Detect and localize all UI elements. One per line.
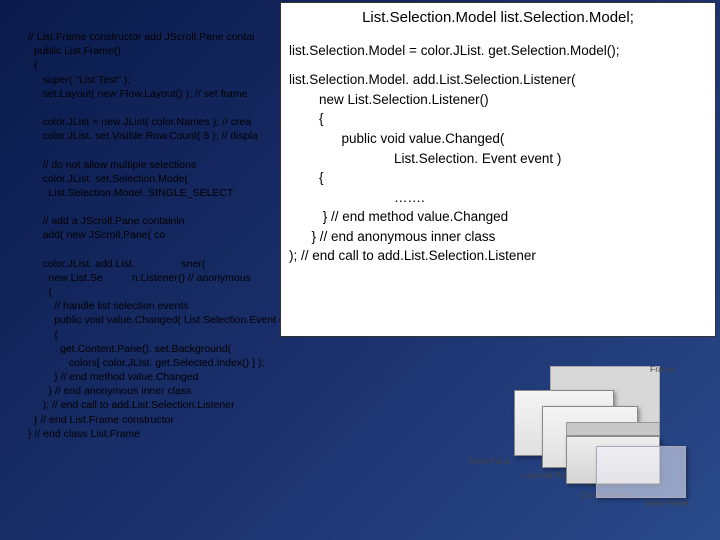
code-line: ); // end call to add.List.Selection.Lis…: [289, 246, 707, 266]
code-line: {: [289, 168, 707, 188]
code-line: public void value.Changed(: [289, 129, 707, 149]
pane-diagram: Frame Root Pane Layered Pane Menu Bar Co…: [470, 366, 690, 516]
code-line: } // end anonymous inner class: [289, 227, 707, 247]
root-label: Root Pane: [470, 456, 510, 466]
code-overlay: List.Selection.Model list.Selection.Mode…: [280, 2, 716, 337]
code-line: } // end method value.Changed: [289, 207, 707, 227]
code-line: List.Selection. Event event ): [289, 149, 707, 169]
background-code: // List.Frame constructor add JScroll.Pa…: [28, 30, 311, 441]
code-line: list.Selection.Model. add.List.Selection…: [289, 70, 707, 90]
frame-label: Frame: [650, 364, 675, 374]
code-line: {: [289, 109, 707, 129]
overlay-title: List.Selection.Model list.Selection.Mode…: [289, 7, 707, 29]
glass-label: Glass Pane: [644, 498, 688, 508]
code-line: new List.Selection.Listener(): [289, 90, 707, 110]
glass-pane: [596, 446, 686, 498]
menubar-pane: [566, 422, 660, 436]
code-line: …….: [289, 188, 707, 208]
code-line: list.Selection.Model = color.JList. get.…: [289, 41, 707, 61]
